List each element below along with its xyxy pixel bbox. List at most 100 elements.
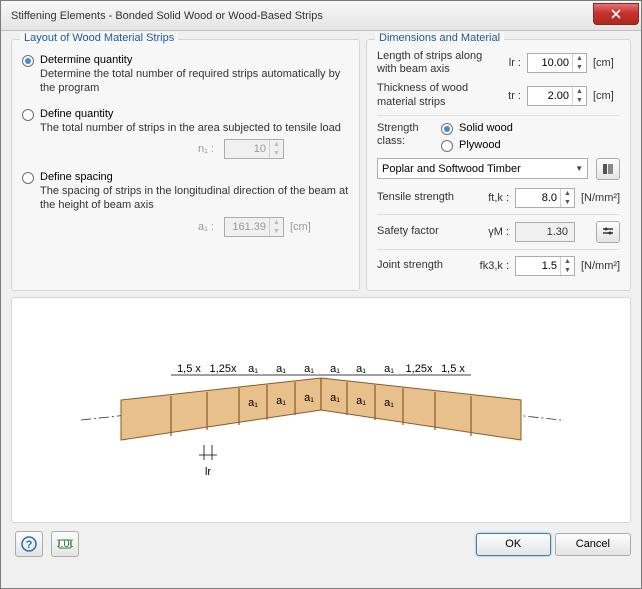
a1-spin-arrows: ▲▼ [269, 218, 283, 236]
n1-input [225, 142, 269, 156]
svg-text:a₁: a₁ [384, 363, 394, 375]
library-button[interactable] [596, 158, 620, 180]
a1-input [225, 220, 269, 234]
opt-define-spacing-label[interactable]: Define spacing [40, 171, 113, 183]
svg-text:a₁: a₁ [384, 397, 394, 409]
length-arrows[interactable]: ▲▼ [572, 54, 586, 72]
help-icon: ? [21, 536, 37, 552]
diagram-svg: 1,5 x 1,25x a₁ a₁ a₁ a₁ a₁ a₁ 1,25x 1,5 … [21, 300, 621, 520]
thickness-unit: [cm] [593, 90, 614, 102]
radio-define-spacing[interactable] [22, 172, 34, 184]
close-icon [611, 9, 621, 19]
window-title: Stiffening Elements - Bonded Solid Wood … [11, 10, 593, 22]
length-sym: lr : [489, 57, 523, 69]
dialog-window: Stiffening Elements - Bonded Solid Wood … [0, 0, 642, 589]
length-label: Length of strips along with beam axis [377, 50, 485, 76]
thickness-spinner[interactable]: ▲▼ [527, 86, 587, 106]
joint-sym: fk3,k : [471, 260, 511, 272]
joint-label: Joint strength [377, 259, 467, 272]
opt-define-spacing-desc: The spacing of strips in the longitudina… [40, 185, 349, 213]
svg-text:a₁: a₁ [248, 397, 258, 409]
chevron-down-icon: ▼ [575, 164, 583, 173]
svg-text:1,25x: 1,25x [406, 363, 433, 375]
joint-spinner[interactable]: ▲▼ [515, 256, 575, 276]
svg-text:0.00: 0.00 [57, 538, 73, 550]
radio-determine-quantity[interactable] [22, 55, 34, 67]
thickness-sym: tr : [489, 90, 523, 102]
joint-unit: [N/mm²] [581, 260, 620, 272]
svg-text:a₁: a₁ [276, 363, 286, 375]
opt-define-qty-label[interactable]: Define quantity [40, 108, 113, 120]
safety-label: Safety factor [377, 225, 467, 238]
tensile-unit: [N/mm²] [581, 192, 620, 204]
titlebar: Stiffening Elements - Bonded Solid Wood … [1, 1, 641, 31]
help-button[interactable]: ? [15, 531, 43, 557]
content-area: Layout of Wood Material Strips Determine… [1, 31, 641, 588]
opt-determine-block: Determine quantity Determine the total n… [22, 54, 349, 96]
opt-determine-desc: Determine the total number of required s… [40, 68, 349, 96]
radio-solid-wood[interactable] [441, 123, 453, 135]
strip-diagram: 1,5 x 1,25x a₁ a₁ a₁ a₁ a₁ a₁ 1,25x 1,5 … [11, 297, 631, 523]
a1-unit: [cm] [290, 221, 311, 233]
tensile-label: Tensile strength [377, 191, 467, 204]
dimensions-group: Dimensions and Material Length of strips… [366, 39, 631, 291]
svg-text:a₁: a₁ [330, 363, 340, 375]
dim-group-title: Dimensions and Material [375, 32, 504, 44]
svg-text:a₁: a₁ [356, 395, 366, 407]
svg-text:?: ? [26, 539, 33, 551]
tensile-sym: ft,k : [471, 192, 511, 204]
thickness-input[interactable] [528, 89, 572, 103]
tensile-input[interactable] [516, 191, 560, 205]
svg-text:lr: lr [205, 466, 211, 478]
footer: ? 0.00 OK Cancel [11, 529, 631, 557]
svg-text:a₁: a₁ [304, 392, 314, 404]
svg-text:a₁: a₁ [356, 363, 366, 375]
close-button[interactable] [593, 3, 639, 25]
units-icon: 0.00 [57, 536, 73, 552]
tensile-arrows[interactable]: ▲▼ [560, 189, 574, 207]
cancel-button[interactable]: Cancel [555, 533, 631, 556]
svg-text:a₁: a₁ [276, 395, 286, 407]
settings-icon [601, 225, 615, 239]
solid-wood-label[interactable]: Solid wood [459, 122, 513, 134]
wood-type-value: Poplar and Softwood Timber [382, 163, 571, 175]
book-icon [601, 162, 615, 176]
svg-text:1,5 x: 1,5 x [177, 363, 201, 375]
strength-class-label: Strength class: [377, 122, 437, 148]
plywood-label[interactable]: Plywood [459, 139, 501, 151]
a1-symbol: a₁ : [40, 221, 220, 233]
joint-input[interactable] [516, 259, 560, 273]
wood-type-select[interactable]: Poplar and Softwood Timber ▼ [377, 158, 588, 179]
a1-spinner: ▲▼ [224, 217, 284, 237]
opt-determine-label[interactable]: Determine quantity [40, 54, 132, 66]
n1-spin-arrows: ▲▼ [269, 140, 283, 158]
safety-settings-button[interactable] [596, 221, 620, 243]
length-unit: [cm] [593, 57, 614, 69]
top-row: Layout of Wood Material Strips Determine… [11, 39, 631, 291]
radio-define-quantity[interactable] [22, 109, 34, 121]
safety-sym: γM : [471, 226, 511, 238]
svg-text:a₁: a₁ [248, 363, 258, 375]
radio-plywood[interactable] [441, 140, 453, 152]
n1-symbol: n₁ : [40, 143, 220, 155]
thickness-arrows[interactable]: ▲▼ [572, 87, 586, 105]
svg-text:a₁: a₁ [330, 392, 340, 404]
ok-button[interactable]: OK [476, 533, 551, 556]
svg-text:1,5 x: 1,5 x [441, 363, 465, 375]
thickness-label: Thickness of wood material strips [377, 82, 485, 108]
tensile-spinner[interactable]: ▲▼ [515, 188, 575, 208]
svg-text:1,25x: 1,25x [210, 363, 237, 375]
divider-3 [377, 249, 620, 250]
joint-arrows[interactable]: ▲▼ [560, 257, 574, 275]
divider-1 [377, 115, 620, 116]
length-spinner[interactable]: ▲▼ [527, 53, 587, 73]
units-button[interactable]: 0.00 [51, 531, 79, 557]
layout-group: Layout of Wood Material Strips Determine… [11, 39, 360, 291]
layout-group-title: Layout of Wood Material Strips [20, 32, 178, 44]
opt-define-qty-desc: The total number of strips in the area s… [40, 122, 349, 136]
safety-value: 1.30 [515, 222, 575, 242]
opt-define-spacing-block: Define spacing The spacing of strips in … [22, 171, 349, 237]
n1-spinner: ▲▼ [224, 139, 284, 159]
opt-define-qty-block: Define quantity The total number of stri… [22, 108, 349, 160]
length-input[interactable] [528, 56, 572, 70]
